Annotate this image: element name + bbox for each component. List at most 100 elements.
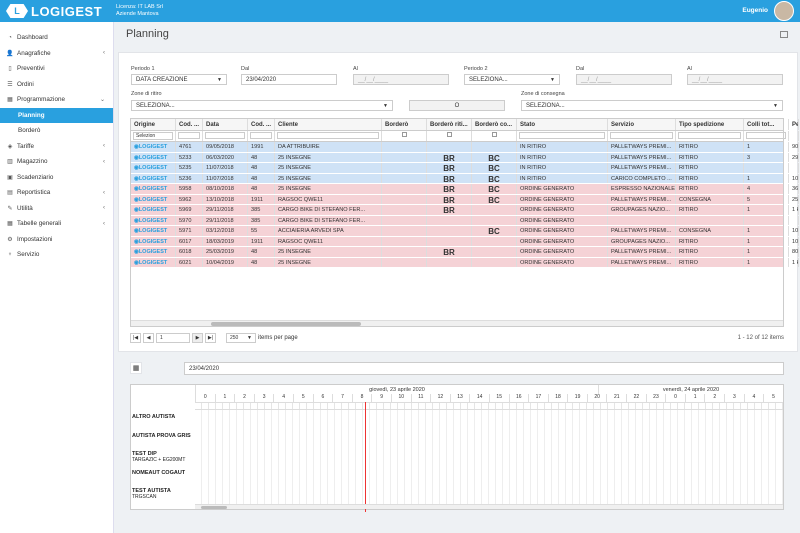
- prev-page-button[interactable]: ◀: [143, 333, 154, 343]
- column-filter[interactable]: [248, 131, 275, 141]
- column-filter[interactable]: [427, 131, 472, 141]
- sidebar-item-preventivi[interactable]: ▯ Preventivi: [0, 61, 113, 77]
- column-header[interactable]: Data: [203, 119, 248, 130]
- window-restore-icon[interactable]: [780, 31, 788, 38]
- zone-consegna-select[interactable]: SELEZIONA... ▼: [521, 100, 783, 111]
- filter-input[interactable]: [746, 132, 786, 139]
- sidebar-item-impostazioni[interactable]: ⚙ Impostazioni: [0, 232, 113, 248]
- periodo2-select[interactable]: SELEZIONA... ▼: [464, 74, 560, 85]
- column-header[interactable]: Origine: [131, 119, 176, 130]
- filter-input[interactable]: [250, 132, 272, 139]
- column-header[interactable]: Borderò co...: [472, 119, 517, 130]
- periodo1-select[interactable]: DATA CREAZIONE ▼: [131, 74, 227, 85]
- operator-field[interactable]: O: [409, 100, 505, 111]
- filter-input[interactable]: [205, 132, 245, 139]
- first-page-button[interactable]: |◀: [130, 333, 141, 343]
- column-header[interactable]: Pe: [789, 119, 799, 130]
- filter-input[interactable]: [678, 132, 741, 139]
- column-filter[interactable]: [517, 131, 608, 141]
- table-row[interactable]: ◉LOGIGEST 6018 25/03/2019 48 25 INSEGNE BR ORD…: [131, 247, 799, 258]
- column-filter[interactable]: [203, 131, 248, 141]
- al1-field[interactable]: __/__/____: [353, 74, 449, 85]
- sidebar-item-ordini[interactable]: ☰ Ordini: [0, 77, 113, 93]
- schedule-area[interactable]: [195, 410, 783, 507]
- table-row[interactable]: ◉LOGIGEST 5971 03/12/2018 55 ACCIAIERIA ARVE…: [131, 226, 799, 237]
- column-header[interactable]: Colli tot...: [744, 119, 789, 130]
- table-row[interactable]: ◉LOGIGEST 5969 29/11/2018 385 CARGO BIKE DI …: [131, 205, 799, 216]
- table-row[interactable]: ◉LOGIGEST 6017 18/03/2019 1911 RAGSOC QWE11 O…: [131, 236, 799, 247]
- sidebar-item-reportistica[interactable]: ▤ Reportistica ‹: [0, 185, 113, 201]
- subhour-ticks: [195, 402, 783, 410]
- table-row[interactable]: ◉LOGIGEST 5958 08/10/2018 48 25 INSEGNE BR BC O…: [131, 184, 799, 195]
- table-row[interactable]: ◉LOGIGEST 5235 11/07/2018 48 25 INSEGNE BR BC I…: [131, 163, 799, 174]
- avatar[interactable]: [774, 1, 794, 21]
- table-row[interactable]: ◉LOGIGEST 5970 29/11/2018 385 CARGO BIKE DI …: [131, 215, 799, 226]
- sidebar-item-planning[interactable]: Planning: [0, 107, 113, 123]
- column-filter[interactable]: Selezion: [131, 131, 176, 141]
- settings-icon: ⚙: [7, 236, 13, 243]
- column-header[interactable]: Tipo spedizione: [676, 119, 744, 130]
- filter-input[interactable]: [610, 132, 673, 139]
- column-filter[interactable]: [676, 131, 744, 141]
- sidebar-item-programmazione[interactable]: ▦ Programmazione ⌄: [0, 92, 113, 108]
- column-filter[interactable]: [608, 131, 676, 141]
- dal1-field[interactable]: 23/04/2020: [241, 74, 337, 85]
- filter-checkbox[interactable]: [446, 132, 452, 137]
- stato-cell: ORDINE GENERATO: [517, 215, 608, 225]
- scheduler-scroll-thumb[interactable]: [201, 506, 227, 509]
- pe-cell: 251 kg: [789, 194, 799, 204]
- filter-input[interactable]: [178, 132, 200, 139]
- scheduler-scrollbar[interactable]: [195, 504, 783, 509]
- page-size-select[interactable]: 250 ▼: [226, 333, 256, 343]
- user-name[interactable]: Eugenio: [742, 7, 768, 14]
- filter-checkbox[interactable]: [491, 132, 497, 137]
- next-page-button[interactable]: ▶: [192, 333, 203, 343]
- column-header[interactable]: Cod. ...: [248, 119, 275, 130]
- sidebar-item-border-[interactable]: Borderò: [0, 123, 113, 139]
- sidebar-item-servizio[interactable]: ♆ Servizio: [0, 247, 113, 263]
- last-page-button[interactable]: ▶|: [205, 333, 216, 343]
- schedule-date-field[interactable]: 23/04/2020: [184, 362, 784, 375]
- page-number-input[interactable]: 1: [156, 333, 190, 343]
- sidebar-item-tabelle-generali[interactable]: ▦ Tabelle generali ‹: [0, 216, 113, 232]
- sidebar-item-dashboard[interactable]: ◔ Dashboard: [0, 30, 113, 46]
- pe-cell: 100 kg: [789, 173, 799, 183]
- pe-cell: 100 kg: [789, 236, 799, 246]
- scrollbar-thumb[interactable]: [211, 322, 361, 326]
- app-logo[interactable]: L LOGIGEST: [6, 3, 102, 19]
- table-row[interactable]: ◉LOGIGEST 5233 06/03/2020 48 25 INSEGNE BR BC I…: [131, 152, 799, 163]
- column-header[interactable]: Servizio: [608, 119, 676, 130]
- column-header[interactable]: Borderò: [382, 119, 427, 130]
- zone-ritiro-select[interactable]: SELEZIONA... ▼: [131, 100, 393, 111]
- column-filter[interactable]: [382, 131, 427, 141]
- data-cell: 03/12/2018: [203, 226, 248, 236]
- table-row[interactable]: ◉LOGIGEST 4761 09/05/2018 1991 DA ATTRIBUIRE…: [131, 142, 799, 153]
- horizontal-scrollbar[interactable]: [131, 320, 783, 326]
- sidebar-item-scadenziario[interactable]: ▣ Scadenziario: [0, 170, 113, 186]
- sidebar-item-utilit-[interactable]: ✎ Utilità ‹: [0, 201, 113, 217]
- filter-checkbox[interactable]: [401, 132, 407, 137]
- dal2-field[interactable]: __/__/____: [576, 74, 672, 85]
- sidebar-item-anagrafiche[interactable]: 👤 Anagrafiche ‹: [0, 46, 113, 62]
- column-filter[interactable]: [176, 131, 203, 141]
- column-header[interactable]: Stato: [517, 119, 608, 130]
- bc-cell: BC: [472, 194, 517, 204]
- filter-input[interactable]: [277, 132, 379, 139]
- column-filter[interactable]: [789, 131, 799, 141]
- table-row[interactable]: ◉LOGIGEST 6021 10/04/2019 48 25 INSEGNE ORDIN…: [131, 257, 799, 268]
- sidebar-item-magazzino[interactable]: ▥ Magazzino ‹: [0, 154, 113, 170]
- origin-filter-select[interactable]: Selezion: [133, 132, 173, 140]
- al2-field[interactable]: __/__/____: [687, 74, 783, 85]
- orders-grid: Origine Cod. ... Data Cod. ... Cliente Border…: [130, 118, 799, 327]
- column-filter[interactable]: [744, 131, 789, 141]
- sidebar-item-tariffe[interactable]: ◈ Tariffe ‹: [0, 139, 113, 155]
- table-row[interactable]: ◉LOGIGEST 5962 13/10/2018 1911 RAGSOC QWE11 B…: [131, 194, 799, 205]
- column-header[interactable]: Cod. ...: [176, 119, 203, 130]
- column-header[interactable]: Borderò riti...: [427, 119, 472, 130]
- column-header[interactable]: Cliente: [275, 119, 382, 130]
- column-filter[interactable]: [275, 131, 382, 141]
- column-filter[interactable]: [472, 131, 517, 141]
- filter-input[interactable]: [519, 132, 605, 139]
- table-row[interactable]: ◉LOGIGEST 5236 11/07/2018 48 25 INSEGNE BR BC I…: [131, 173, 799, 184]
- calendar-button[interactable]: ▦: [130, 362, 142, 374]
